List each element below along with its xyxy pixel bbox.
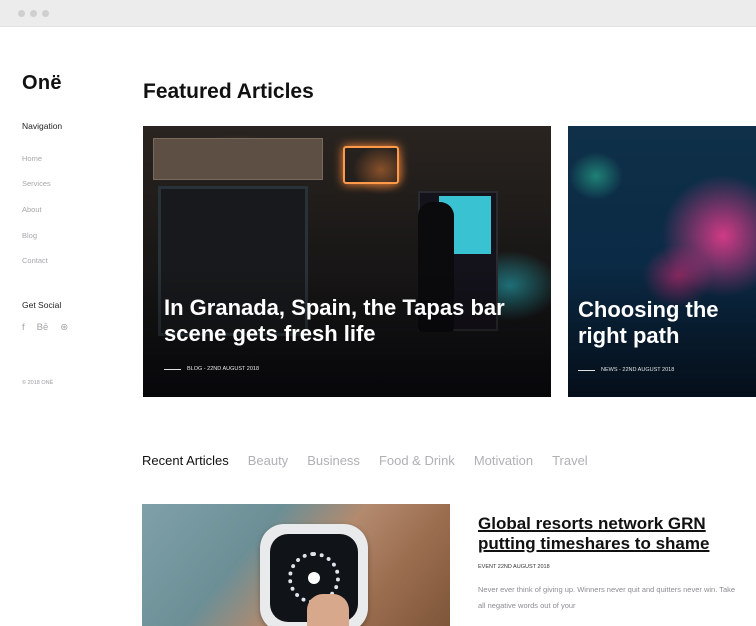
watch-center-photo-detail <box>308 572 320 584</box>
featured-articles-heading: Featured Articles <box>143 80 314 103</box>
finger-photo-detail <box>307 594 349 626</box>
featured-card-meta: NEWS - 22ND AUGUST 2018 <box>578 367 674 373</box>
sidebar: Onë Navigation Home Services About Blog … <box>22 72 122 386</box>
article-title-link[interactable]: Global resorts network GRN putting times… <box>478 514 743 554</box>
nav-item-about[interactable]: About <box>22 205 42 214</box>
featured-card-title[interactable]: Choosing the right path <box>578 297 748 350</box>
meta-divider-line <box>164 368 181 370</box>
featured-card-path[interactable]: Choosing the right path NEWS - 22ND AUGU… <box>568 126 756 397</box>
window-dot-close[interactable] <box>18 10 25 17</box>
featured-card-meta-text: BLOG - 22ND AUGUST 2018 <box>187 366 260 372</box>
featured-card-meta: BLOG - 22ND AUGUST 2018 <box>164 366 259 372</box>
tab-food-drink[interactable]: Food & Drink <box>379 453 455 468</box>
tab-recent-articles[interactable]: Recent Articles <box>142 453 229 468</box>
nav-item-blog[interactable]: Blog <box>22 231 37 240</box>
featured-card-meta-text: NEWS - 22ND AUGUST 2018 <box>601 367 675 373</box>
nav-item-services[interactable]: Services <box>22 179 51 188</box>
nav-item-contact[interactable]: Contact <box>22 256 48 265</box>
behance-icon[interactable]: Bē <box>37 322 49 334</box>
tab-travel[interactable]: Travel <box>552 453 588 468</box>
window-dot-minimize[interactable] <box>30 10 37 17</box>
shop-sign-photo-detail <box>153 138 323 180</box>
facebook-icon[interactable]: f <box>22 322 25 334</box>
browser-title-bar <box>0 0 756 27</box>
social-heading: Get Social <box>22 300 62 310</box>
social-icons: f Bē ⊛ <box>22 322 68 334</box>
featured-card-title[interactable]: In Granada, Spain, the Tapas bar scene g… <box>164 295 534 348</box>
nav-item-home[interactable]: Home <box>22 154 42 163</box>
neon-sign-photo-detail <box>343 146 399 184</box>
article-excerpt: Never ever think of giving up. Winners n… <box>478 585 736 610</box>
article-thumbnail[interactable] <box>142 504 450 626</box>
category-tabs: Recent Articles Beauty Business Food & D… <box>142 453 588 468</box>
window-dot-maximize[interactable] <box>42 10 49 17</box>
tab-business[interactable]: Business <box>307 453 360 468</box>
meta-divider-line <box>578 369 595 371</box>
site-logo[interactable]: Onë <box>22 72 122 95</box>
copyright: © 2018 ONË <box>22 380 54 386</box>
nav-heading: Navigation <box>22 121 63 131</box>
tab-beauty[interactable]: Beauty <box>248 453 288 468</box>
article-meta: EVENT 22ND AUGUST 2018 <box>478 564 550 570</box>
dribbble-icon[interactable]: ⊛ <box>60 322 68 334</box>
tab-motivation[interactable]: Motivation <box>474 453 533 468</box>
featured-card-granada[interactable]: In Granada, Spain, the Tapas bar scene g… <box>143 126 551 397</box>
